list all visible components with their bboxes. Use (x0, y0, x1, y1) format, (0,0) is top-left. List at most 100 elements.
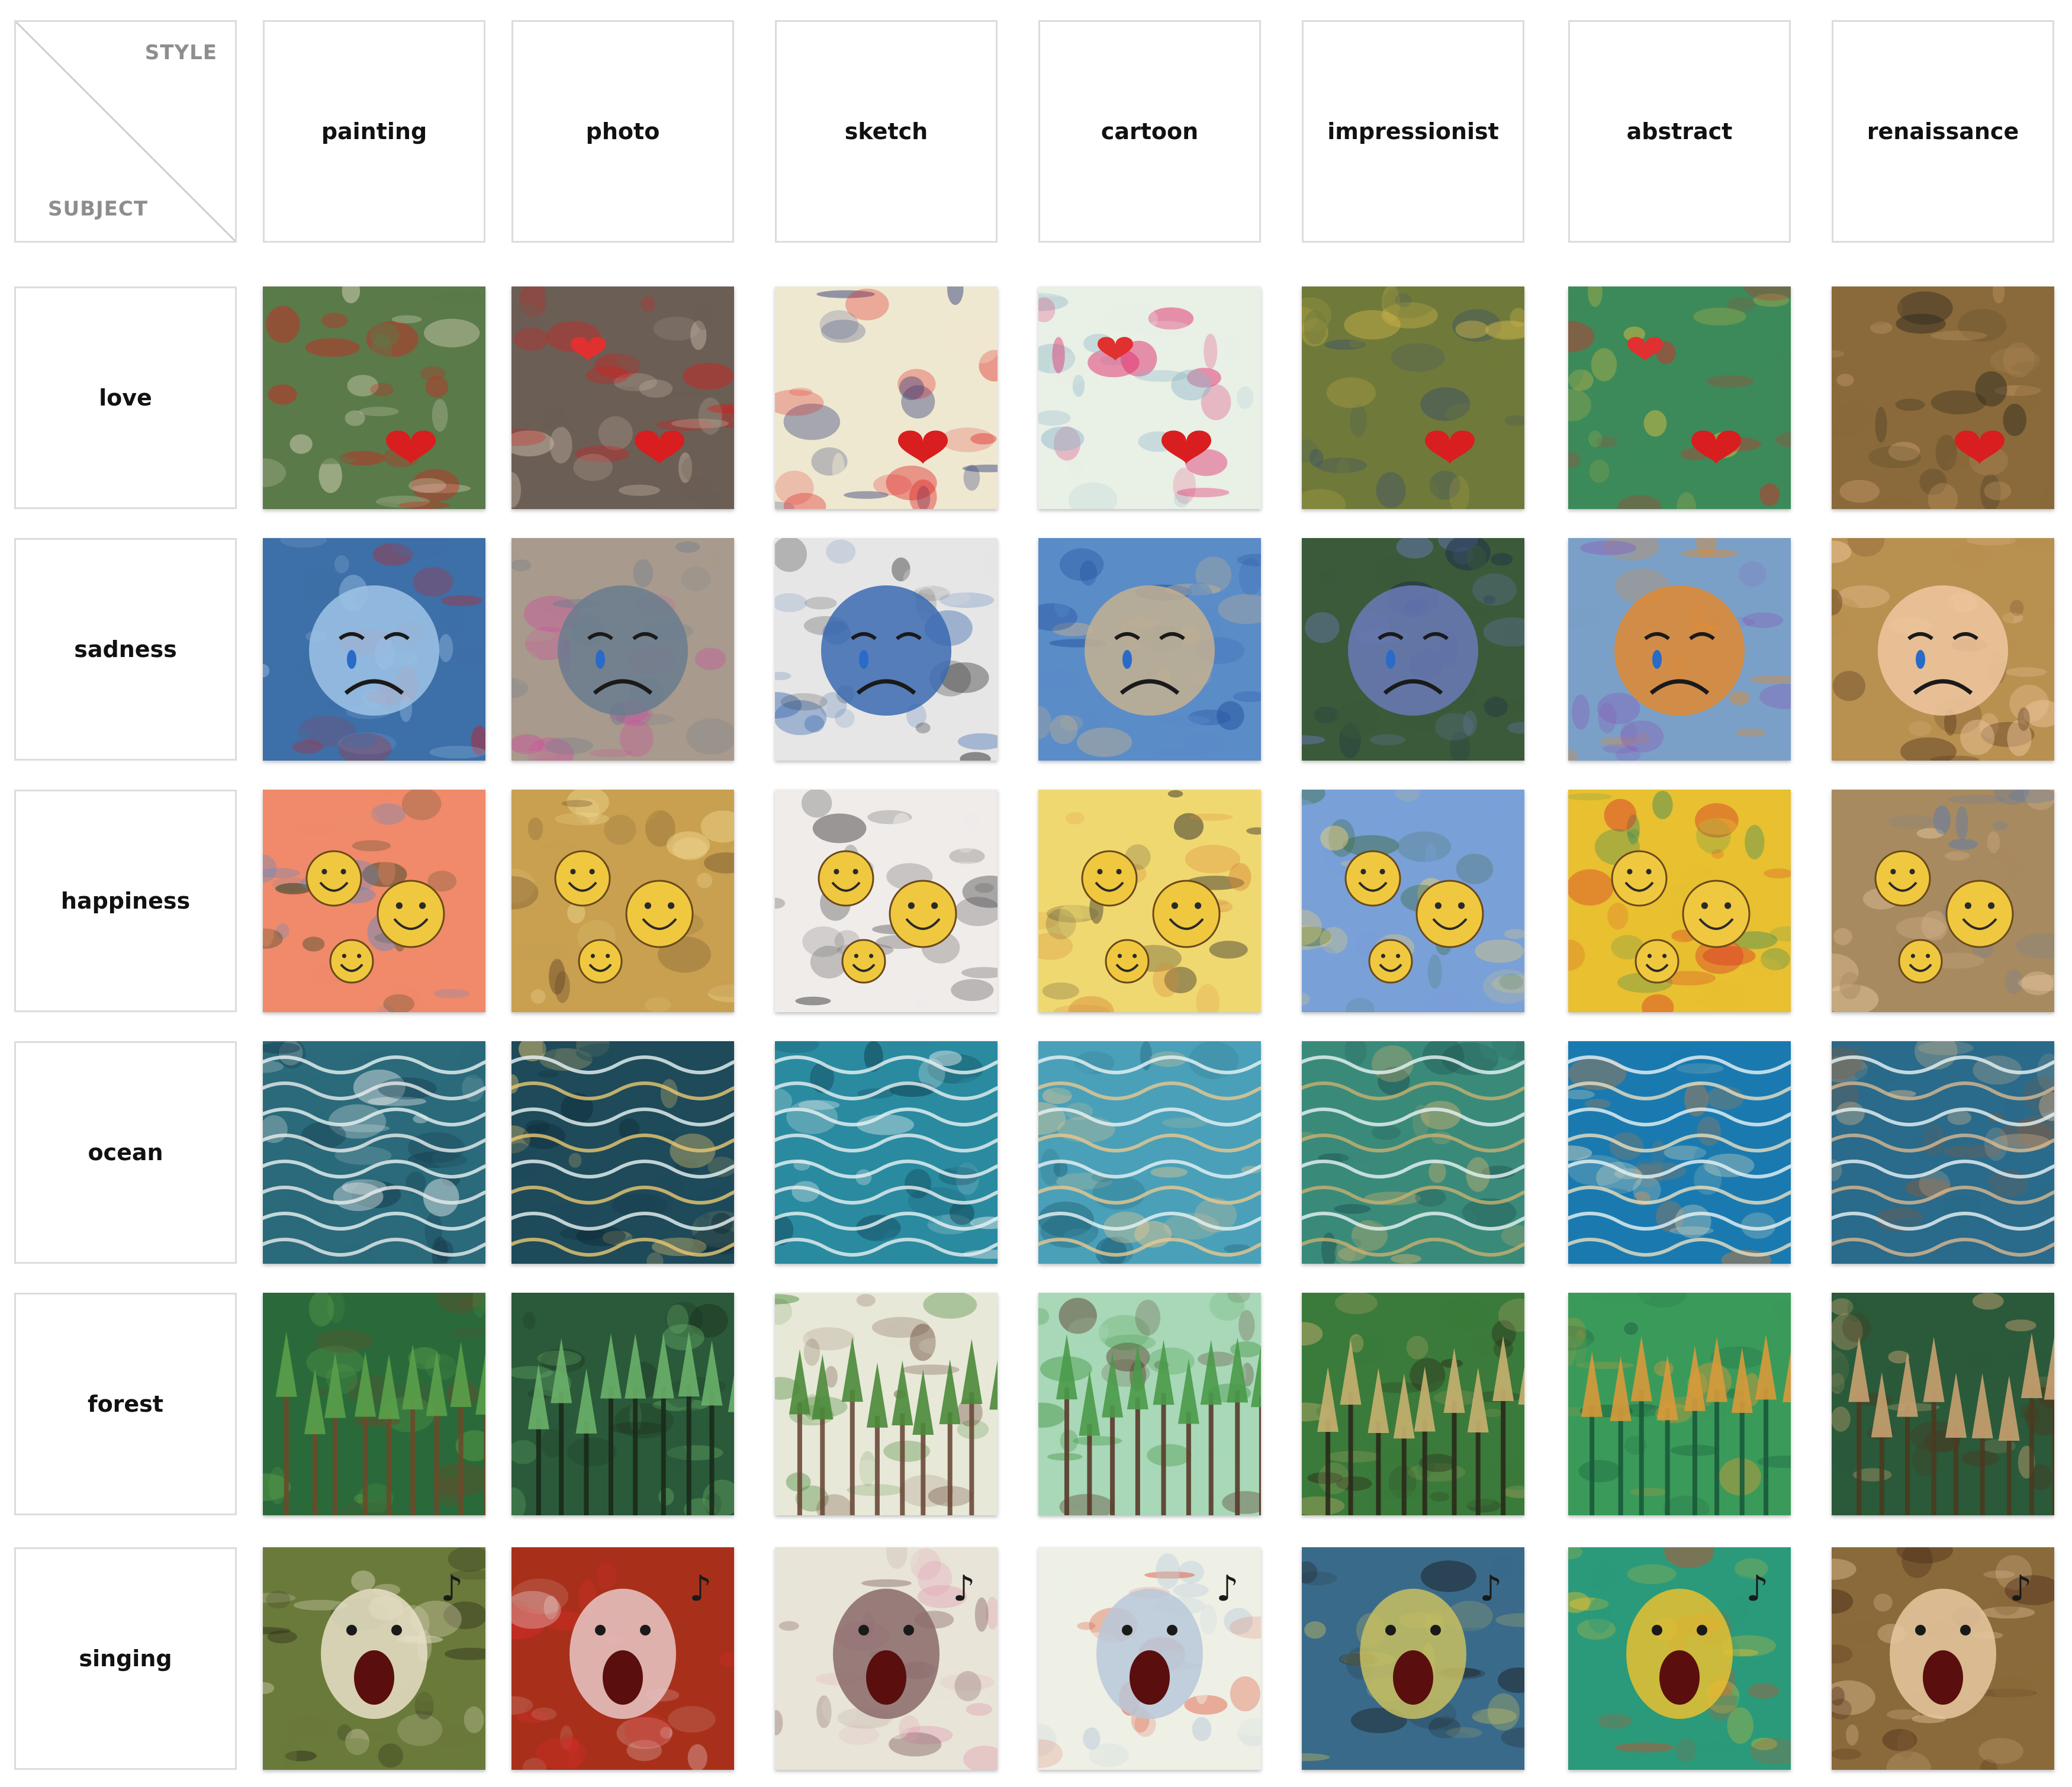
artwork-sadness-impressionist (1302, 538, 1524, 761)
svg-text:♪: ♪ (1216, 1568, 1238, 1609)
heart-icon (1302, 286, 1524, 509)
wave-icon (1832, 1041, 2054, 1264)
artwork-love-abstract (1568, 286, 1791, 509)
svg-text:♪: ♪ (2009, 1568, 2032, 1609)
style-header-painting: painting (263, 20, 485, 243)
artwork-forest-abstract (1568, 1293, 1791, 1515)
artwork-ocean-photo (511, 1041, 734, 1264)
style-header-renaissance: renaissance (1832, 20, 2054, 243)
svg-text:♪: ♪ (689, 1568, 712, 1609)
artwork-forest-impressionist (1302, 1293, 1524, 1515)
tear-icon (263, 538, 485, 761)
artwork-forest-painting (263, 1293, 485, 1515)
artwork-love-photo (511, 286, 734, 509)
svg-text:♪: ♪ (953, 1568, 975, 1609)
artwork-sadness-sketch (775, 538, 998, 761)
svg-text:♪: ♪ (1746, 1568, 1768, 1609)
subject-header-label: singing (79, 1646, 172, 1672)
artwork-sadness-photo (511, 538, 734, 761)
artwork-sadness-painting (263, 538, 485, 761)
artwork-love-impressionist (1302, 286, 1524, 509)
tree-icon (1568, 1293, 1791, 1515)
artwork-happiness-abstract (1568, 790, 1791, 1012)
artwork-happiness-photo (511, 790, 734, 1012)
style-axis-label: STYLE (144, 41, 217, 65)
artwork-happiness-painting (263, 790, 485, 1012)
artwork-sadness-renaissance (1832, 538, 2054, 761)
style-header-label: photo (585, 118, 660, 144)
artwork-sadness-abstract (1568, 538, 1791, 761)
smile-icon (263, 790, 485, 1012)
tear-icon (1302, 538, 1524, 761)
artwork-singing-photo: ♪ (511, 1547, 734, 1770)
artwork-ocean-painting (263, 1041, 485, 1264)
tree-icon (1302, 1293, 1524, 1515)
subject-header-sadness: sadness (14, 538, 237, 761)
wave-icon (263, 1041, 485, 1264)
heart-icon (1038, 286, 1261, 509)
smile-icon (1038, 790, 1261, 1012)
artwork-happiness-cartoon (1038, 790, 1261, 1012)
music-note-icon: ♪ (775, 1547, 998, 1770)
artwork-ocean-abstract (1568, 1041, 1791, 1264)
artwork-sadness-cartoon (1038, 538, 1261, 761)
subject-header-forest: forest (14, 1293, 237, 1515)
artwork-happiness-impressionist (1302, 790, 1524, 1012)
style-header-label: painting (321, 118, 427, 144)
music-note-icon: ♪ (1832, 1547, 2054, 1770)
artwork-singing-abstract: ♪ (1568, 1547, 1791, 1770)
subject-header-love: love (14, 286, 237, 509)
tear-icon (1568, 538, 1791, 761)
artwork-ocean-sketch (775, 1041, 998, 1264)
smile-icon (511, 790, 734, 1012)
artwork-happiness-sketch (775, 790, 998, 1012)
style-header-abstract: abstract (1568, 20, 1791, 243)
wave-icon (775, 1041, 998, 1264)
artwork-forest-sketch (775, 1293, 998, 1515)
artwork-ocean-renaissance (1832, 1041, 2054, 1264)
corner-header: STYLE SUBJECT (14, 20, 237, 243)
artwork-singing-cartoon: ♪ (1038, 1547, 1261, 1770)
music-note-icon: ♪ (1038, 1547, 1261, 1770)
tree-icon (775, 1293, 998, 1515)
subject-header-label: happiness (60, 888, 191, 914)
subject-header-label: forest (88, 1391, 163, 1417)
style-header-label: cartoon (1101, 118, 1199, 144)
tree-icon (511, 1293, 734, 1515)
music-note-icon: ♪ (1302, 1547, 1524, 1770)
heart-icon (1832, 286, 2054, 509)
style-header-impressionist: impressionist (1302, 20, 1524, 243)
artwork-singing-renaissance: ♪ (1832, 1547, 2054, 1770)
style-header-label: abstract (1626, 118, 1733, 144)
subject-header-label: ocean (88, 1139, 163, 1165)
svg-text:♪: ♪ (1479, 1568, 1502, 1609)
style-header-photo: photo (511, 20, 734, 243)
music-note-icon: ♪ (1568, 1547, 1791, 1770)
style-header-cartoon: cartoon (1038, 20, 1261, 243)
tree-icon (1832, 1293, 2054, 1515)
artwork-ocean-cartoon (1038, 1041, 1261, 1264)
wave-icon (511, 1041, 734, 1264)
music-note-icon: ♪ (511, 1547, 734, 1770)
subject-axis-label: SUBJECT (48, 197, 149, 221)
smile-icon (775, 790, 998, 1012)
artwork-happiness-renaissance (1832, 790, 2054, 1012)
artwork-love-sketch (775, 286, 998, 509)
tear-icon (1038, 538, 1261, 761)
artwork-love-renaissance (1832, 286, 2054, 509)
subject-header-label: love (99, 385, 152, 411)
artwork-ocean-impressionist (1302, 1041, 1524, 1264)
subject-header-happiness: happiness (14, 790, 237, 1012)
smile-icon (1568, 790, 1791, 1012)
style-header-label: sketch (844, 118, 928, 144)
style-header-sketch: sketch (775, 20, 998, 243)
heart-icon (511, 286, 734, 509)
artwork-forest-renaissance (1832, 1293, 2054, 1515)
wave-icon (1302, 1041, 1524, 1264)
style-header-label: renaissance (1867, 118, 2019, 144)
subject-header-singing: singing (14, 1547, 237, 1770)
wave-icon (1038, 1041, 1261, 1264)
tear-icon (775, 538, 998, 761)
music-note-icon: ♪ (263, 1547, 485, 1770)
subject-header-ocean: ocean (14, 1041, 237, 1264)
